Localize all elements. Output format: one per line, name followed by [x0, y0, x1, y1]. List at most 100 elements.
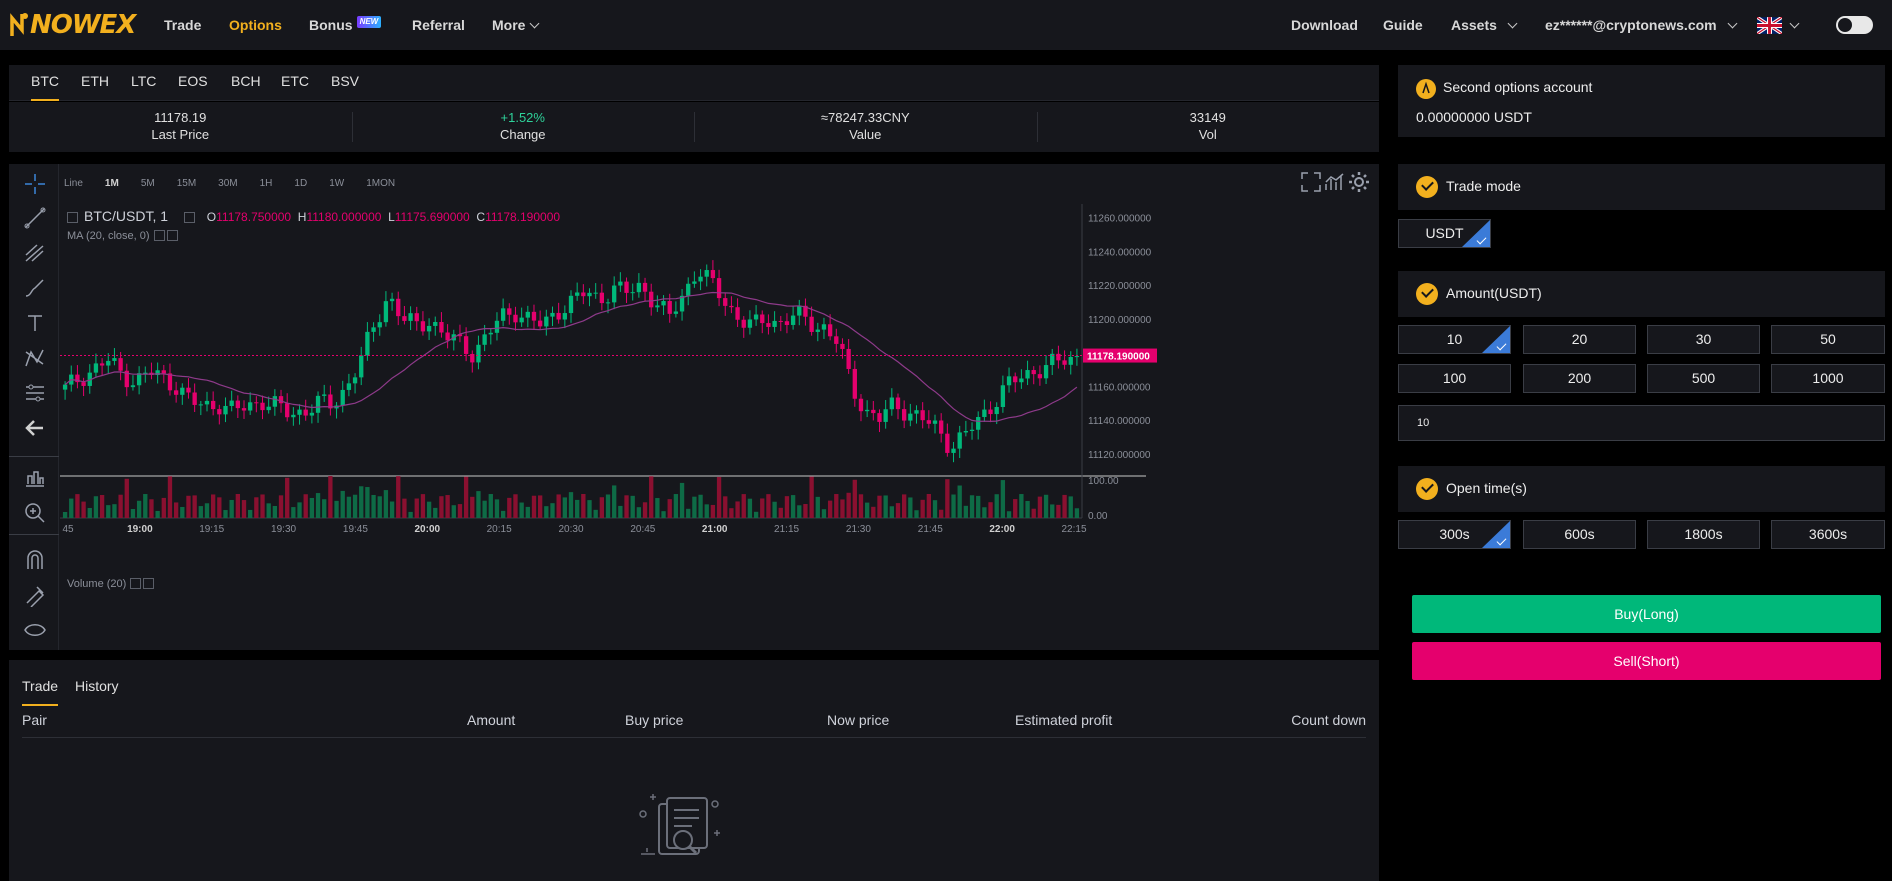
- tf-1mon[interactable]: 1MON: [366, 174, 395, 194]
- x-tick-label: 19:45: [343, 524, 368, 535]
- candle-body: [772, 320, 777, 327]
- amount-option-30[interactable]: 30: [1647, 325, 1760, 354]
- volume-bar: [235, 494, 240, 518]
- coin-tab-bsv[interactable]: BSV: [331, 65, 359, 101]
- nav-options[interactable]: Options: [229, 0, 282, 50]
- nav-referral[interactable]: Referral: [412, 0, 465, 50]
- nav-assets-label: Assets: [1451, 17, 1497, 33]
- amount-option-200[interactable]: 200: [1523, 364, 1636, 393]
- buy-long-button[interactable]: Buy(Long): [1412, 595, 1881, 633]
- candle-body: [550, 312, 555, 317]
- price-chart[interactable]: 11260.000000 11240.000000 11220.000000 1120…: [60, 204, 1378, 650]
- tf-15m[interactable]: 15M: [177, 174, 196, 194]
- indicators-icon[interactable]: [1323, 170, 1347, 194]
- candle-body: [575, 292, 580, 296]
- volume-bar: [704, 504, 709, 518]
- volume-bar: [124, 478, 129, 518]
- open-time-600s[interactable]: 600s: [1523, 520, 1636, 549]
- theme-toggle[interactable]: [1836, 16, 1873, 34]
- amount-option-10[interactable]: 10: [1398, 325, 1511, 354]
- volume-bar: [500, 510, 506, 518]
- volume-bar: [667, 499, 672, 518]
- candle-body: [476, 344, 481, 363]
- pattern-icon[interactable]: [23, 346, 47, 370]
- amount-title: Amount(USDT): [1446, 285, 1542, 301]
- candle-body: [433, 321, 438, 326]
- candle-body: [686, 283, 691, 296]
- volume-bar: [550, 503, 555, 518]
- fib-icon[interactable]: [23, 381, 47, 405]
- arrow-left-icon[interactable]: [23, 416, 47, 440]
- coin-tab-btc[interactable]: BTC: [31, 65, 59, 101]
- pitchfork-icon[interactable]: [23, 241, 47, 265]
- trade-mode-usdt[interactable]: USDT: [1398, 219, 1491, 248]
- volume-bar: [982, 507, 987, 518]
- amount-option-100[interactable]: 100: [1398, 364, 1511, 393]
- trend-line-icon[interactable]: [23, 206, 47, 230]
- tf-1m[interactable]: 1M: [105, 174, 119, 194]
- tab-history[interactable]: History: [75, 678, 119, 706]
- open-time-1800s[interactable]: 1800s: [1647, 520, 1760, 549]
- text-tool-icon[interactable]: [23, 311, 47, 335]
- fullscreen-icon[interactable]: [1299, 170, 1323, 194]
- amount-option-20[interactable]: 20: [1523, 325, 1636, 354]
- candle-body: [513, 314, 518, 323]
- candle-body: [445, 332, 450, 341]
- tf-1d[interactable]: 1D: [294, 174, 307, 194]
- coin-tab-etc[interactable]: ETC: [281, 65, 309, 101]
- tf-line[interactable]: Line: [64, 174, 83, 194]
- nav-assets[interactable]: Assets: [1451, 0, 1518, 50]
- nav-account[interactable]: ez******@cryptonews.com: [1545, 0, 1738, 50]
- stat-value-cny: ≈78247.33CNY Value: [694, 102, 1037, 152]
- nav-trade[interactable]: Trade: [164, 0, 201, 50]
- uk-flag-icon[interactable]: [1757, 17, 1782, 34]
- nav-bonus[interactable]: Bonus NEW: [309, 0, 382, 50]
- tf-1w[interactable]: 1W: [329, 174, 344, 194]
- volume-bar: [463, 476, 469, 518]
- lock-drawing-icon[interactable]: [23, 583, 47, 607]
- open-time-300s[interactable]: 300s: [1398, 520, 1511, 549]
- open-time-3600s[interactable]: 3600s: [1771, 520, 1885, 549]
- coin-tab-ltc[interactable]: LTC: [131, 65, 156, 101]
- volume-bar: [451, 505, 456, 518]
- amount-option-500[interactable]: 500: [1647, 364, 1760, 393]
- tf-1h[interactable]: 1H: [260, 174, 273, 194]
- tab-trade[interactable]: Trade: [22, 678, 59, 706]
- volume-bar: [698, 494, 703, 518]
- amount-option-50[interactable]: 50: [1771, 325, 1885, 354]
- gear-icon[interactable]: [1347, 170, 1371, 194]
- volume-bar: [883, 495, 888, 518]
- candle-body: [217, 409, 222, 415]
- candle-body: [303, 409, 308, 416]
- candle-body: [426, 325, 432, 332]
- sell-short-button[interactable]: Sell(Short): [1412, 642, 1881, 680]
- brush-icon[interactable]: [23, 276, 47, 300]
- tf-30m[interactable]: 30M: [218, 174, 237, 194]
- crosshair-icon[interactable]: [23, 172, 47, 196]
- measure-icon[interactable]: [23, 466, 47, 490]
- amount-option-1000[interactable]: 1000: [1771, 364, 1885, 393]
- nav-download[interactable]: Download: [1291, 0, 1358, 50]
- nav-guide[interactable]: Guide: [1383, 0, 1423, 50]
- coin-tab-bch[interactable]: BCH: [231, 65, 261, 101]
- candle-body: [346, 383, 352, 390]
- x-tick-label: 20:00: [414, 524, 440, 535]
- stat-value: ≈78247.33CNY: [820, 110, 910, 125]
- nav-more[interactable]: More: [492, 0, 540, 50]
- trade-mode-label: USDT: [1425, 225, 1464, 241]
- volume-bar: [939, 509, 944, 518]
- stat-label: Change: [499, 127, 546, 142]
- candle-body: [784, 321, 790, 325]
- coin-tab-eth[interactable]: ETH: [81, 65, 109, 101]
- candle-body: [463, 336, 469, 354]
- zoom-in-icon[interactable]: [23, 501, 47, 525]
- candle-body: [260, 402, 265, 411]
- tf-5m[interactable]: 5M: [141, 174, 155, 194]
- eye-icon[interactable]: [23, 618, 47, 642]
- coin-tab-eos[interactable]: EOS: [178, 65, 208, 101]
- chevron-down-icon[interactable]: [1789, 18, 1800, 29]
- nowex-logo[interactable]: NOWEX: [10, 10, 136, 40]
- x-tick-label: 20:30: [558, 524, 583, 535]
- magnet-icon[interactable]: [23, 548, 47, 572]
- amount-input[interactable]: 10: [1398, 405, 1885, 441]
